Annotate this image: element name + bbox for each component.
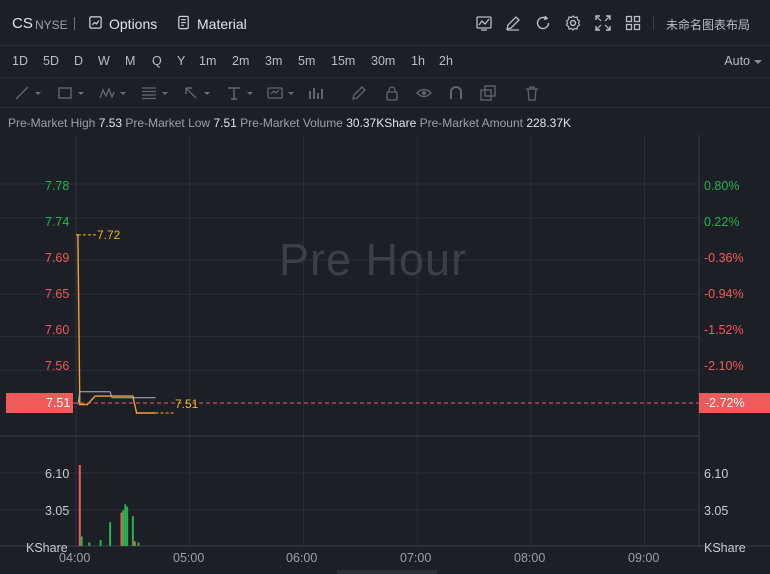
horizontal-scrollbar[interactable] bbox=[337, 570, 437, 574]
time-axis-label: 04:00 bbox=[59, 551, 91, 565]
price-lines bbox=[76, 234, 156, 414]
chart-canvas[interactable] bbox=[0, 0, 770, 574]
volume-bars bbox=[78, 464, 140, 546]
pct-axis-label: 0.80% bbox=[704, 179, 740, 193]
volume-bar bbox=[122, 510, 125, 546]
price-line bbox=[76, 234, 156, 414]
volume-bar bbox=[126, 506, 129, 546]
time-axis-label: 07:00 bbox=[400, 551, 432, 565]
volume-bar bbox=[99, 540, 102, 546]
volume-bar bbox=[109, 522, 112, 546]
pct-axis-label: -2.10% bbox=[704, 359, 744, 373]
pct-axis-label: -0.36% bbox=[704, 251, 744, 265]
volume-bar bbox=[80, 536, 83, 546]
volume-unit-label: KShare bbox=[704, 541, 746, 555]
time-axis-label: 09:00 bbox=[628, 551, 660, 565]
session-watermark: Pre Hour bbox=[279, 234, 468, 285]
current-pct-tag: -2.72% bbox=[699, 393, 770, 413]
time-axis-label: 08:00 bbox=[514, 551, 546, 565]
price-axis-label: 7.69 bbox=[45, 251, 70, 265]
price-axis-label: 7.65 bbox=[45, 287, 70, 301]
time-axis-label: 05:00 bbox=[173, 551, 205, 565]
price-axis-label: 7.74 bbox=[45, 215, 70, 229]
price-axis-label: 7.78 bbox=[45, 179, 70, 193]
volume-bar bbox=[120, 512, 123, 546]
high-marker-label: 7.72 bbox=[97, 228, 121, 242]
volume-bar bbox=[124, 504, 127, 546]
time-axis-label: 06:00 bbox=[286, 551, 318, 565]
volume-bar bbox=[78, 464, 81, 546]
volume-bar bbox=[131, 516, 134, 546]
volume-bar bbox=[137, 542, 140, 546]
current-price-tag: 7.51 bbox=[6, 393, 73, 413]
volume-bar bbox=[133, 541, 136, 546]
price-axis-label: 7.56 bbox=[45, 359, 70, 373]
volume-axis-label: 6.10 bbox=[45, 467, 70, 481]
pct-axis-label: -0.94% bbox=[704, 287, 744, 301]
volume-axis-label: 3.05 bbox=[45, 504, 70, 518]
pct-axis-label: -1.52% bbox=[704, 323, 744, 337]
price-axis-label: 7.60 bbox=[45, 323, 70, 337]
chart-grid bbox=[0, 135, 770, 547]
pct-axis-label: 0.22% bbox=[704, 215, 740, 229]
volume-axis-label: 3.05 bbox=[704, 504, 729, 518]
volume-axis-label: 6.10 bbox=[704, 467, 729, 481]
low-marker-label: 7.51 bbox=[175, 397, 199, 411]
volume-bar bbox=[88, 542, 91, 546]
